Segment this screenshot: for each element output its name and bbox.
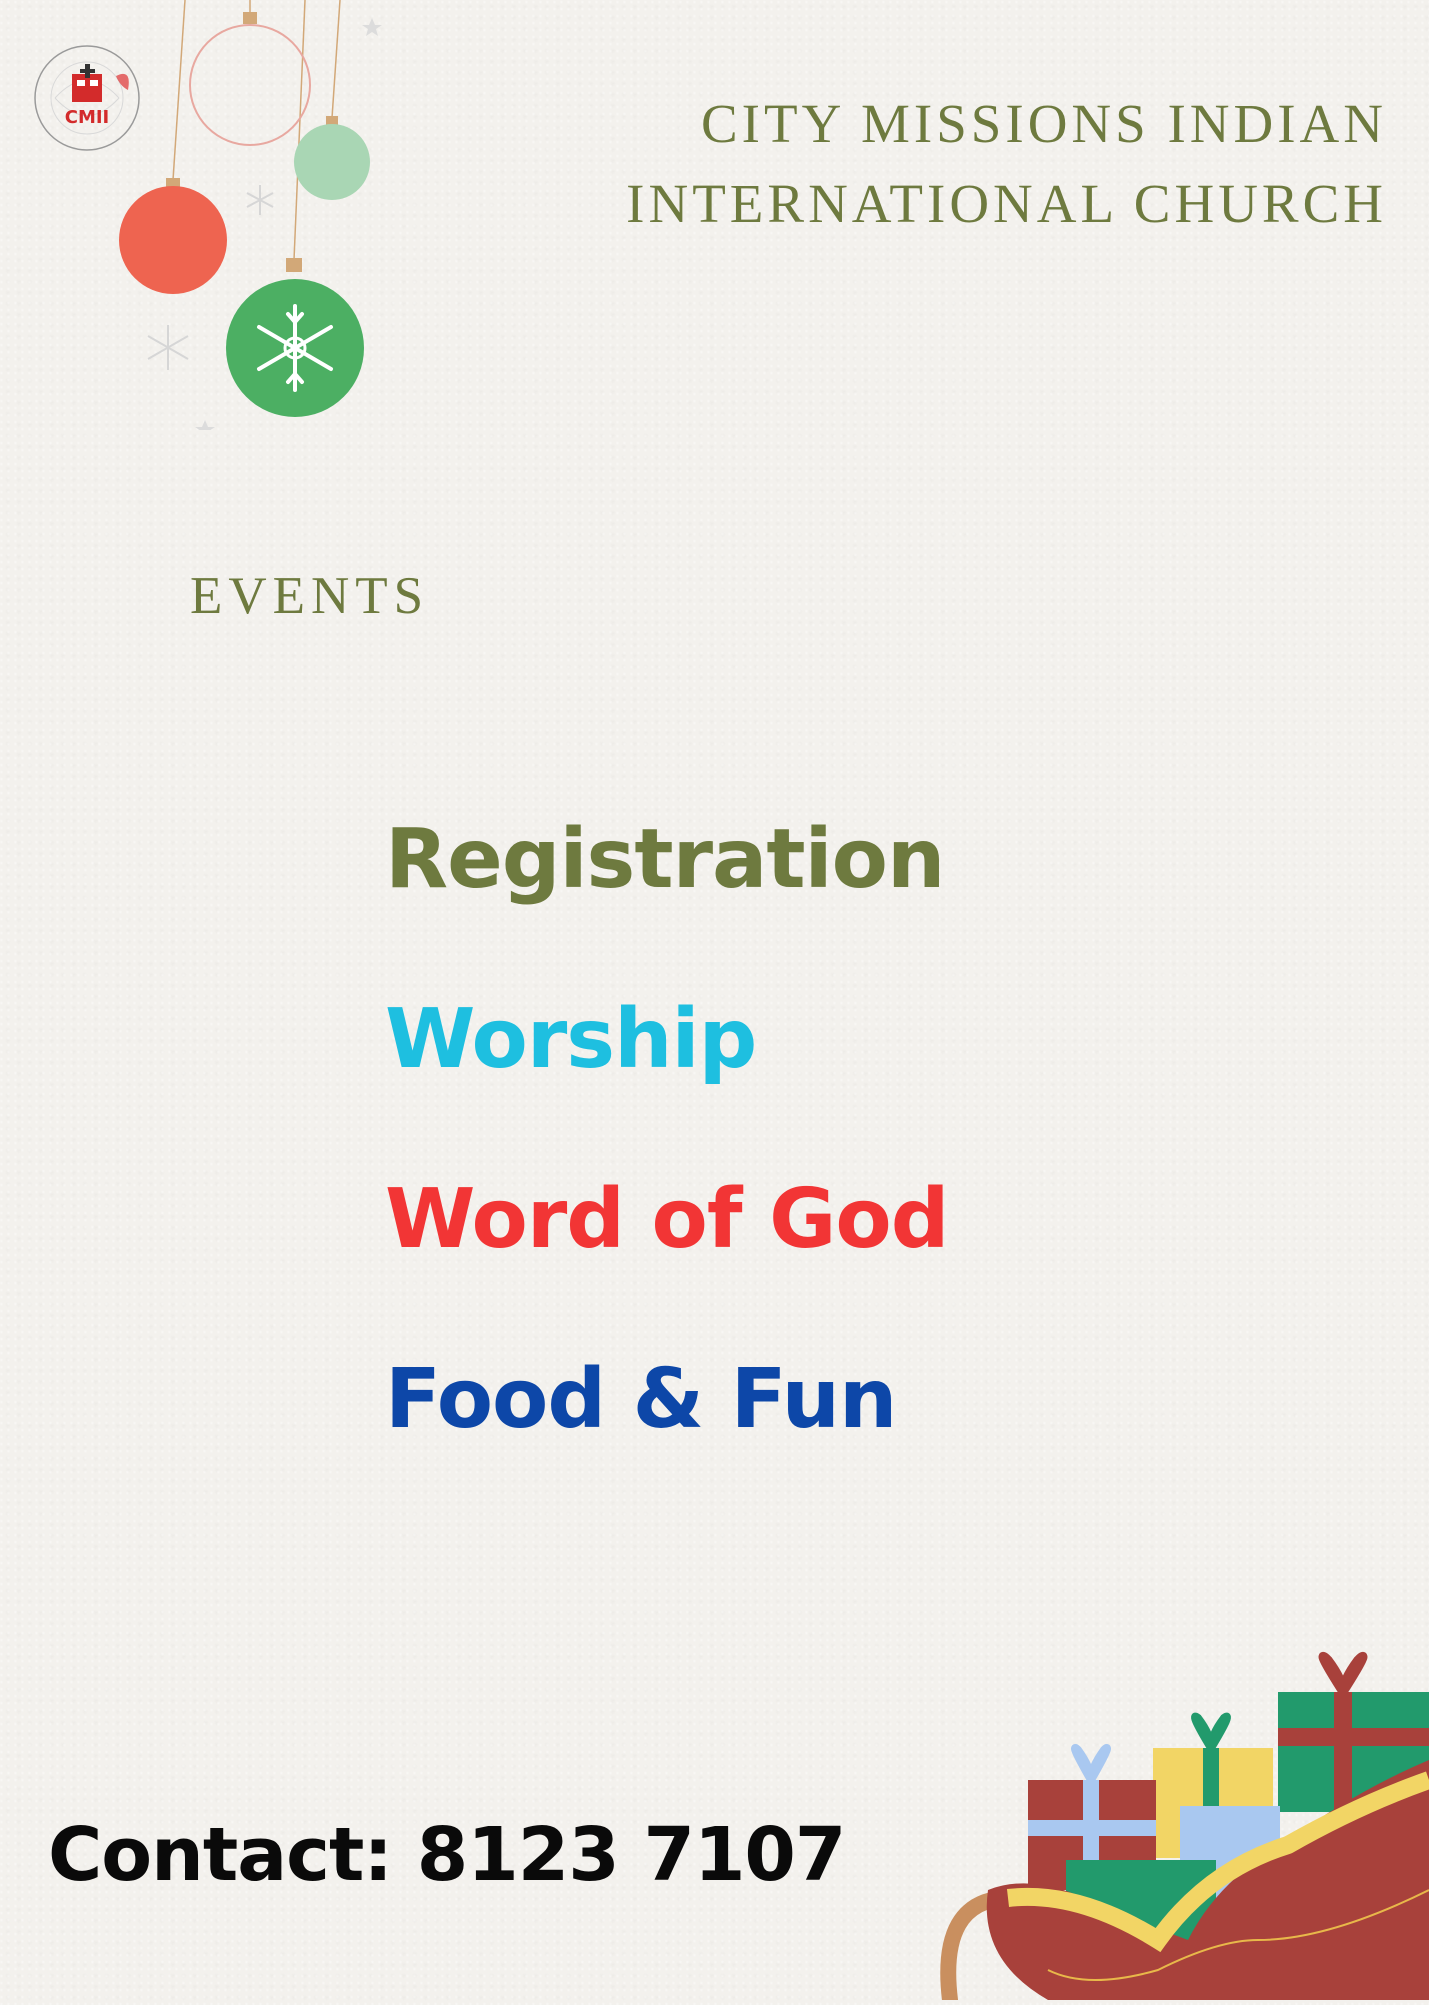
- events-heading: EVENTS: [190, 567, 430, 625]
- event-item-registration: Registration: [385, 812, 945, 907]
- event-item-food-and-fun: Food & Fun: [385, 1352, 897, 1447]
- sleigh-icon: [858, 1640, 1429, 2005]
- logo-text: CMII: [65, 107, 110, 128]
- ornament-red-icon: [119, 178, 227, 294]
- contact-text: Contact: 8123 7107: [48, 1812, 846, 1898]
- ornament-outline-icon: [189, 12, 311, 146]
- event-item-worship: Worship: [385, 992, 757, 1087]
- event-list: Registration Worship Word of God Food & …: [385, 770, 949, 1490]
- church-name-line1: CITY MISSIONS INDIAN: [700, 93, 1387, 154]
- ornament-snowflake-icon: [226, 258, 364, 417]
- ornament-green-icon: [294, 116, 370, 200]
- church-name-line2: INTERNATIONAL CHURCH: [626, 173, 1387, 234]
- event-item-word-of-god: Word of God: [385, 1172, 949, 1267]
- ornaments-decoration: [110, 0, 390, 438]
